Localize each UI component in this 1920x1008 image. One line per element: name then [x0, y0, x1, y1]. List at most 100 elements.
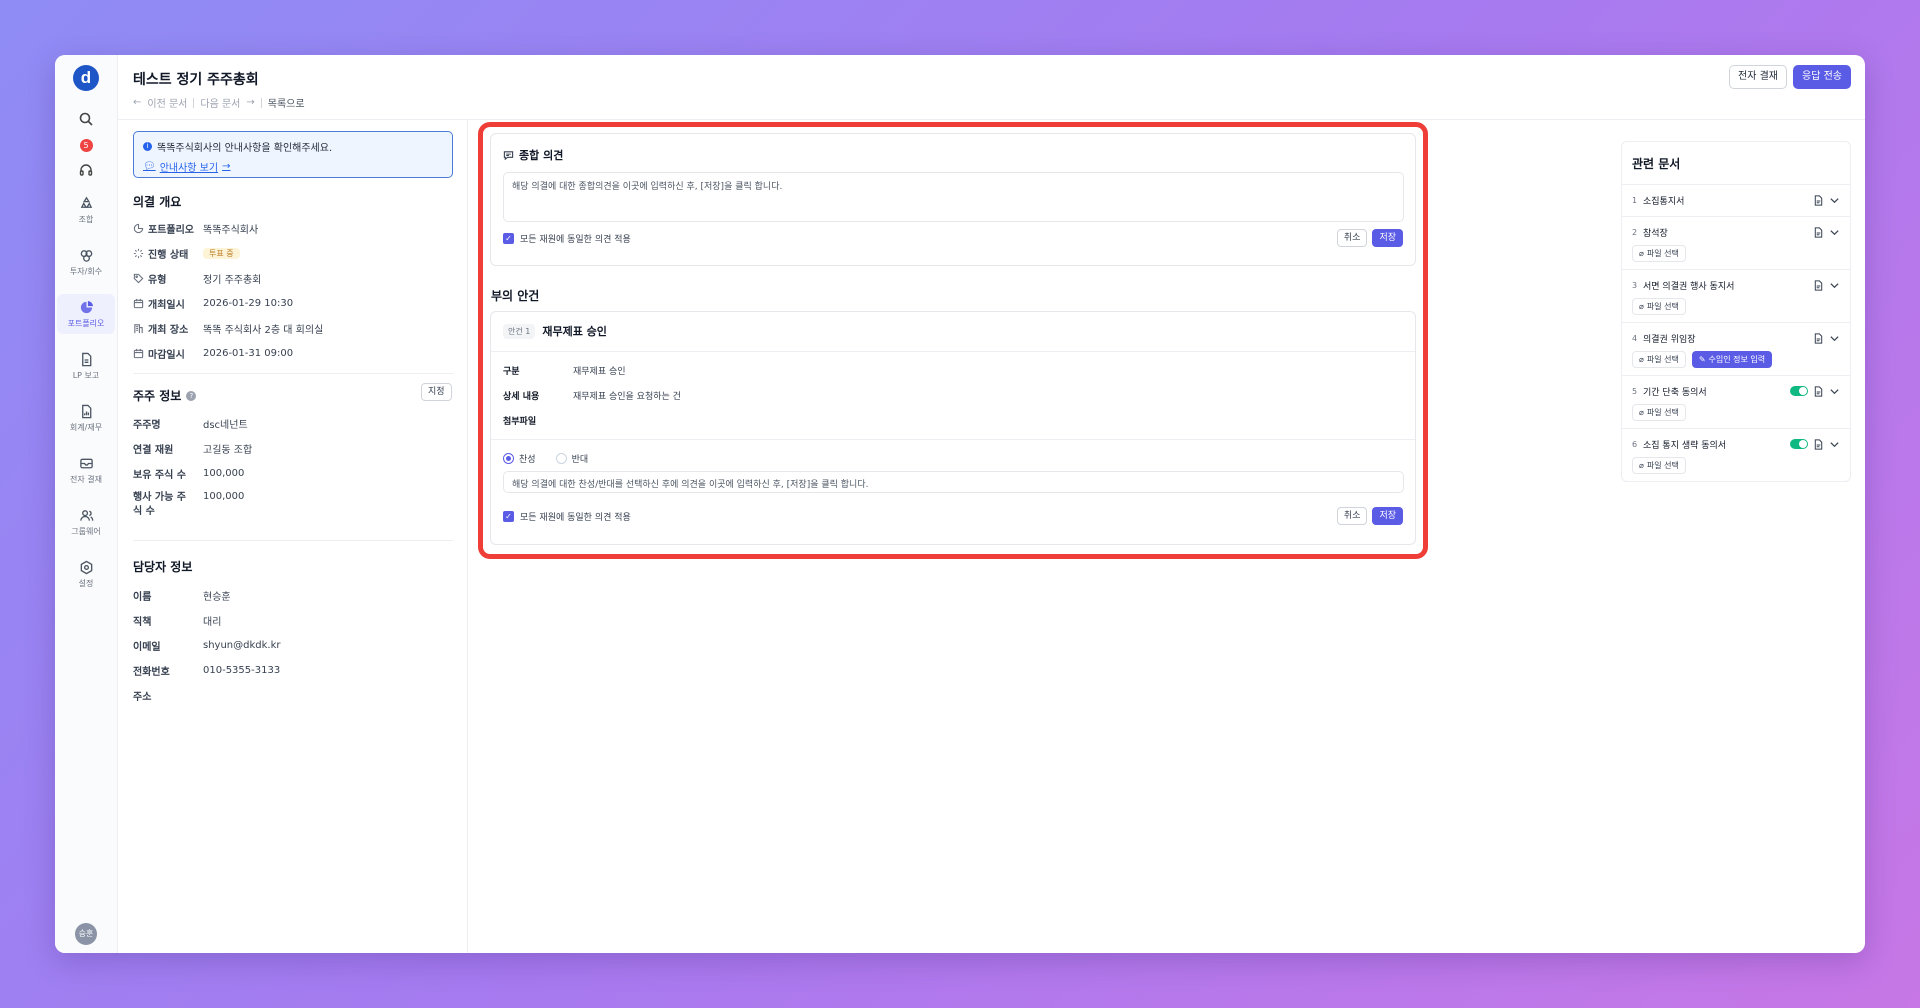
file-icon[interactable] [1813, 438, 1824, 450]
agenda-card: 안건 1 재무제표 승인 구분 재무제표 승인 상세 내용 재무제표 승인을 요청하… [490, 311, 1416, 545]
divider [260, 97, 262, 108]
agenda-opinion-input[interactable]: 해당 의결에 대한 찬성/반대를 선택하신 후에 의견을 이곳에 입력하신 후,… [503, 471, 1404, 493]
search-icon[interactable] [78, 111, 94, 127]
agenda-attachment: 첨부파일 [503, 417, 537, 427]
checkbox-label: 모든 재원에 동일한 의견 적용 [520, 235, 631, 245]
arrow-right-icon[interactable]: → [246, 97, 254, 108]
pie-chart-icon [80, 300, 93, 314]
overview-title: 의결 개요 [133, 195, 182, 209]
avatar[interactable]: 승훈 [75, 923, 97, 945]
rail-item-portfolio[interactable]: 포트폴리오 [57, 294, 115, 334]
file-icon[interactable] [1813, 279, 1824, 291]
agenda-cancel-button[interactable]: 취소 [1336, 507, 1368, 525]
agenda-apply-all[interactable]: ✓ 모든 재원에 동일한 의견 적용 [503, 510, 631, 523]
icon-rail: d 5 조합 투자/회수 포트폴리오 LP 보고 회계/재무 전자 결재 그룹웨… [55, 55, 118, 953]
opinion-card: 종합 의견 해당 의결에 대한 종합의견을 이곳에 입력하신 후, [저장]을 … [490, 133, 1416, 266]
manager-name: 이름 현승훈 [133, 592, 231, 603]
file-select-button[interactable]: ⌀ 파일 선택 [1632, 457, 1686, 474]
related-documents-title: 관련 문서 [1622, 142, 1850, 185]
arrow-left-icon[interactable]: ← [133, 97, 141, 108]
doc-item: 3 서면 의결권 행사 동지서 ⌀ 파일 선택 [1622, 270, 1850, 323]
opinion-cancel-button[interactable]: 취소 [1336, 229, 1368, 247]
checkbox-checked[interactable]: ✓ [503, 233, 514, 244]
opinion-apply-all[interactable]: ✓ 모든 재원에 동일한 의견 적용 [503, 232, 631, 245]
agenda-type: 구분 재무제표 승인 [503, 367, 626, 377]
assign-shareholder-button[interactable]: 지정 [421, 383, 452, 401]
overview-place: 개최 장소 똑똑 주식회사 2층 대 회의실 [133, 321, 323, 336]
send-response-button[interactable]: 응답 전송 [1793, 65, 1851, 89]
doc-name: 의결권 위임장 [1643, 334, 1696, 345]
pie-chart-icon [133, 223, 144, 234]
pencil-icon: ✎ [1698, 355, 1706, 364]
gear-icon [80, 560, 92, 575]
approval-button[interactable]: 전자 결재 [1729, 65, 1788, 89]
manager-phone: 전화번호 010-5355-3133 [133, 665, 281, 678]
agenda-section-title: 부의 안건 [491, 289, 540, 303]
rail-item-groupware[interactable]: 그룹웨어 [57, 502, 115, 542]
recycle-icon [80, 196, 92, 208]
overview-deadline: 마감일시 2026-01-31 09:00 [133, 346, 293, 361]
file-select-button[interactable]: ⌀ 파일 선택 [1632, 351, 1686, 368]
chevron-down-icon[interactable] [1829, 280, 1840, 291]
headset-icon[interactable] [78, 162, 94, 178]
radio-disagree-label: 반대 [571, 455, 589, 465]
manager-title: 담당자 정보 [133, 560, 193, 574]
opinion-textarea[interactable]: 해당 의결에 대한 종합의견을 이곳에 입력하신 후, [저장]을 클릭 합니다… [503, 172, 1404, 222]
file-select-button[interactable]: ⌀ 파일 선택 [1632, 404, 1686, 421]
rail-item-investment[interactable]: 투자/회수 [57, 242, 115, 282]
agenda-save-button[interactable]: 저장 [1372, 507, 1403, 525]
file-select-button[interactable]: ⌀ 파일 선택 [1632, 298, 1686, 315]
opinion-save-button[interactable]: 저장 [1372, 229, 1403, 247]
shareholder-shares: 보유 주식 수 100,000 [133, 468, 245, 481]
chevron-down-icon[interactable] [1829, 195, 1840, 206]
shareholder-exercisable: 행사 가능 주식 수 100,000 [133, 491, 245, 517]
info-panel: i 똑똑주식회사의 안내사항을 확인해주세요. 💬︎ 안내사항 보기 → 의결 … [118, 120, 468, 953]
help-icon[interactable]: ? [186, 390, 197, 401]
page-title: 테스트 정기 주주총회 [133, 72, 259, 88]
agenda-title: 재무제표 승인 [542, 325, 607, 338]
rail-item-approval[interactable]: 전자 결재 [57, 450, 115, 490]
next-document-link[interactable]: 다음 문서 [200, 95, 240, 110]
doc-item: 2 참석장 ⌀ 파일 선택 [1622, 217, 1850, 270]
rail-item-settings[interactable]: 설정 [57, 554, 115, 594]
users-icon [79, 510, 93, 521]
shareholder-fund: 연결 재원 고길동 조합 [133, 445, 253, 456]
arrow-right-icon: → [222, 161, 231, 172]
document-icon [81, 352, 91, 367]
radio-agree[interactable] [503, 453, 514, 464]
checkbox-checked[interactable]: ✓ [503, 511, 514, 522]
chevron-down-icon[interactable] [1829, 333, 1840, 344]
chevron-down-icon[interactable] [1829, 386, 1840, 397]
chevron-down-icon[interactable] [1829, 439, 1840, 450]
toggle-switch[interactable] [1790, 439, 1808, 449]
shareholder-title: 주주 정보 ? [133, 387, 197, 404]
file-select-button[interactable]: ⌀ 파일 선택 [1632, 245, 1686, 262]
rail-item-accounting[interactable]: 회계/재무 [57, 398, 115, 438]
rail-item-label: LP 보고 [72, 371, 100, 380]
file-icon[interactable] [1813, 332, 1824, 344]
rail-item-fund[interactable]: 조합 [57, 190, 115, 230]
divider [133, 373, 453, 374]
overview-status: 진행 상태 투표 중 [133, 246, 240, 261]
paperclip-icon: ⌀ [1639, 249, 1644, 258]
app-window: d 5 조합 투자/회수 포트폴리오 LP 보고 회계/재무 전자 결재 그룹웨… [55, 55, 1865, 953]
toggle-switch[interactable] [1790, 386, 1808, 396]
file-icon[interactable] [1813, 194, 1824, 206]
radio-disagree[interactable] [555, 453, 567, 464]
status-badge: 투표 중 [203, 248, 240, 259]
rail-item-lp-report[interactable]: LP 보고 [57, 346, 115, 386]
logo[interactable]: d [73, 65, 99, 91]
file-icon[interactable] [1813, 385, 1824, 397]
file-icon[interactable] [1813, 226, 1824, 238]
notice-link-label: 안내사항 보기 [159, 163, 219, 174]
report-icon [81, 404, 91, 419]
rail-item-label: 투자/회수 [69, 267, 103, 276]
notification-badge[interactable]: 5 [79, 139, 93, 152]
radio-agree-label: 찬성 [519, 455, 536, 465]
agent-info-button[interactable]: ✎ 수임인 정보 입력 [1691, 351, 1773, 368]
notice-link[interactable]: 💬︎ 안내사항 보기 → [143, 159, 443, 174]
prev-document-link[interactable]: 이전 문서 [147, 95, 187, 110]
back-to-list-link[interactable]: 목록으로 [268, 95, 305, 110]
chevron-down-icon[interactable] [1829, 227, 1840, 238]
doc-item: 6 소집 통지 생략 동의서 ⌀ 파일 선택 [1622, 429, 1850, 481]
